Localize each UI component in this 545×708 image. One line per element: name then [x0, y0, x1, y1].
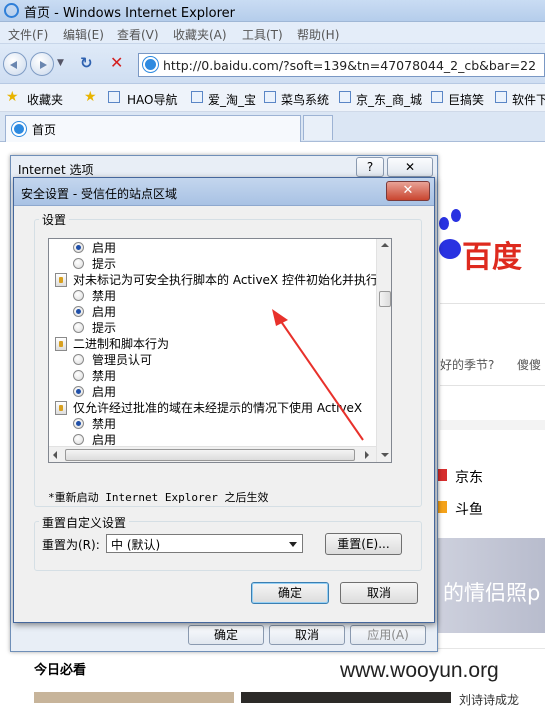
annotation-arrow-icon [272, 309, 364, 441]
